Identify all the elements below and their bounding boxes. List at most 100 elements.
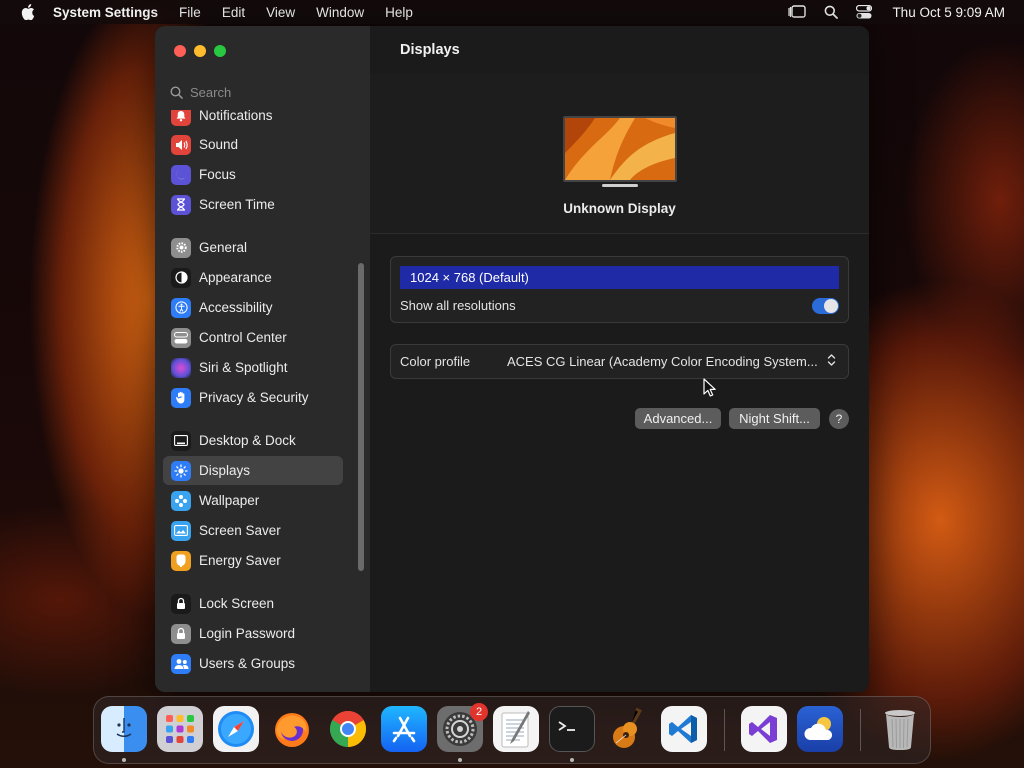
search-placeholder: Search [190, 84, 232, 100]
zoom-button[interactable] [214, 45, 226, 57]
sidebar-item-label: Desktop & Dock [199, 433, 296, 448]
window-controls [174, 45, 226, 57]
app-store-icon[interactable] [381, 706, 427, 752]
launchpad-icon[interactable] [157, 706, 203, 752]
sidebar-item-label: Sound [199, 137, 239, 152]
menu-app-name[interactable]: System Settings [53, 5, 158, 20]
menu-view[interactable]: View [266, 5, 295, 20]
search-field[interactable]: Search [164, 80, 354, 104]
page-title: Displays [400, 42, 460, 58]
sidebar-item-energy-saver[interactable]: Energy Saver [163, 546, 343, 575]
menu-edit[interactable]: Edit [222, 5, 245, 20]
sidebar-item-accessibility[interactable]: Accessibility [163, 293, 343, 322]
control-center-icon[interactable] [856, 5, 873, 19]
sidebar-item-appearance[interactable]: Appearance [163, 263, 343, 292]
safari-icon[interactable] [213, 706, 259, 752]
apple-menu-icon[interactable] [18, 0, 38, 24]
menu-file[interactable]: File [179, 5, 201, 20]
spotlight-search-icon[interactable] [824, 5, 839, 19]
sidebar-item-label: Energy Saver [199, 553, 281, 568]
password-icon [171, 623, 191, 644]
search-icon [170, 85, 183, 99]
sidebar-item-label: General [199, 240, 248, 255]
battery-icon [171, 550, 191, 571]
wallpaper-icon [171, 490, 191, 511]
sidebar-item-label: Screen Saver [199, 523, 281, 538]
displays-pane: Displays Unknown Display 1024 × 768 (Def… [370, 26, 869, 692]
menu-help[interactable]: Help [385, 5, 413, 20]
sidebar: Search Notifications Sound Focus Screen … [155, 26, 370, 692]
sidebar-item-label: Lock Screen [199, 596, 275, 611]
display-thumbnail[interactable] [563, 116, 677, 182]
resolution-option-selected[interactable]: 1024 × 768 (Default) [400, 266, 839, 289]
sidebar-item-screen-saver[interactable]: Screen Saver [163, 516, 343, 545]
running-indicator [122, 758, 126, 762]
stage-manager-icon[interactable] [788, 5, 807, 19]
garageband-icon[interactable] [605, 706, 651, 752]
sidebar-item-notifications[interactable]: Notifications [163, 110, 343, 130]
running-indicator [458, 758, 462, 762]
display-stand [602, 184, 638, 187]
sidebar-item-focus[interactable]: Focus [163, 160, 343, 189]
displays-icon [171, 460, 191, 481]
advanced-button[interactable]: Advanced... [635, 408, 721, 429]
resolution-panel: 1024 × 768 (Default) Show all resolution… [390, 256, 849, 323]
minimize-button[interactable] [194, 45, 206, 57]
trash-icon[interactable] [877, 706, 923, 752]
show-all-resolutions-toggle[interactable] [812, 298, 839, 314]
terminal-icon[interactable] [549, 706, 595, 752]
sidebar-item-users-groups[interactable]: Users & Groups [163, 649, 343, 678]
notification-badge: 2 [470, 703, 488, 721]
menu-bar: System Settings File Edit View Window He… [0, 0, 1024, 24]
color-profile-panel: Color profile ACES CG Linear (Academy Co… [390, 344, 849, 379]
hourglass-icon [171, 194, 191, 215]
users-icon [171, 653, 191, 674]
finder-icon[interactable] [101, 706, 147, 752]
bell-icon [171, 110, 191, 126]
color-profile-select[interactable]: ACES CG Linear (Academy Color Encoding S… [507, 354, 818, 369]
sidebar-item-label: Focus [199, 167, 236, 182]
sidebar-item-label: Users & Groups [199, 656, 296, 671]
siri-icon [171, 357, 191, 378]
close-button[interactable] [174, 45, 186, 57]
textedit-icon[interactable] [493, 706, 539, 752]
desktop-icon [171, 430, 191, 451]
dock-separator [724, 709, 725, 751]
vscode-icon[interactable] [661, 706, 707, 752]
sidebar-item-login-password[interactable]: Login Password [163, 619, 343, 648]
sidebar-item-label: Privacy & Security [199, 390, 309, 405]
sidebar-scrollbar[interactable] [358, 263, 364, 571]
control-center-icon [171, 327, 191, 348]
visual-studio-icon[interactable] [741, 706, 787, 752]
help-button[interactable]: ? [829, 409, 849, 429]
screen-saver-icon [171, 520, 191, 541]
dock: 2 [93, 696, 931, 764]
weather-icon[interactable] [797, 706, 843, 752]
lock-icon [171, 593, 191, 614]
speaker-icon [171, 134, 191, 155]
chevron-up-down-icon[interactable] [827, 353, 836, 372]
menu-bar-clock[interactable]: Thu Oct 5 9:09 AM [892, 5, 1005, 20]
night-shift-button[interactable]: Night Shift... [729, 408, 820, 429]
sidebar-item-displays[interactable]: Displays [163, 456, 343, 485]
system-settings-window: Search Notifications Sound Focus Screen … [155, 26, 869, 692]
firefox-icon[interactable] [269, 706, 315, 752]
sidebar-item-desktop-dock[interactable]: Desktop & Dock [163, 426, 343, 455]
sidebar-item-sound[interactable]: Sound [163, 130, 343, 159]
sidebar-item-general[interactable]: General [163, 233, 343, 262]
appearance-icon [171, 267, 191, 288]
chrome-icon[interactable] [325, 706, 371, 752]
sidebar-item-wallpaper[interactable]: Wallpaper [163, 486, 343, 515]
sidebar-item-label: Appearance [199, 270, 272, 285]
sidebar-item-privacy-security[interactable]: Privacy & Security [163, 383, 343, 412]
sidebar-item-screen-time[interactable]: Screen Time [163, 190, 343, 219]
resolution-label: 1024 × 768 (Default) [410, 270, 529, 285]
sidebar-item-siri-spotlight[interactable]: Siri & Spotlight [163, 353, 343, 382]
menu-window[interactable]: Window [316, 5, 364, 20]
sidebar-item-label: Notifications [199, 110, 273, 123]
display-name: Unknown Display [563, 201, 676, 216]
sidebar-item-control-center[interactable]: Control Center [163, 323, 343, 352]
display-arrangement-area: Unknown Display [370, 74, 869, 234]
sidebar-item-label: Wallpaper [199, 493, 260, 508]
sidebar-item-lock-screen[interactable]: Lock Screen [163, 589, 343, 618]
